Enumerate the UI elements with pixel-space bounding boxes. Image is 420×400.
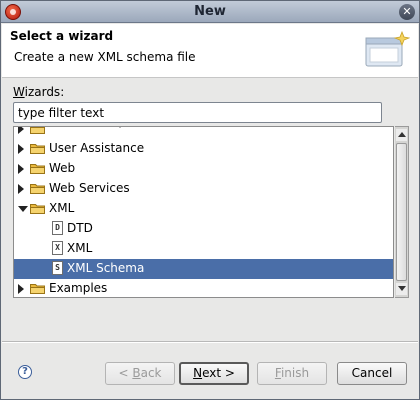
tree-item-label: Web Services (49, 181, 130, 195)
close-icon[interactable]: ✕ (399, 4, 415, 20)
header-description: Create a new XML schema file (14, 50, 196, 64)
wizard-tree[interactable]: SQL Development User Assistance Web Web Ser… (13, 126, 394, 298)
tree-item[interactable]: Web (14, 159, 393, 179)
arrow-up-icon (398, 132, 406, 137)
scrollbar-thumb[interactable] (396, 143, 407, 281)
tree-item-label: XML Schema (67, 261, 145, 275)
tree-item[interactable]: S XML Schema (14, 259, 393, 279)
tree-item[interactable]: User Assistance (14, 139, 393, 159)
tree-item[interactable]: SQL Development (14, 127, 393, 139)
collapsed-arrow-icon[interactable] (18, 164, 24, 174)
tree-item-label: XML (67, 241, 93, 255)
file-icon: S (52, 261, 63, 275)
collapsed-arrow-icon[interactable] (18, 184, 24, 194)
filter-input[interactable] (13, 102, 382, 123)
file-icon: D (52, 221, 63, 235)
back-button[interactable]: < Back (105, 362, 175, 385)
tree-item-label: User Assistance (49, 141, 145, 155)
tree-item-label: Web (49, 161, 76, 175)
tree-item[interactable]: XML (14, 199, 393, 219)
folder-icon (30, 203, 45, 214)
collapsed-arrow-icon[interactable] (18, 144, 24, 154)
collapsed-arrow-icon[interactable] (18, 284, 24, 294)
wizard-banner-icon (365, 30, 410, 67)
header-title: Select a wizard (10, 29, 114, 43)
next-button[interactable]: Next > (179, 362, 249, 385)
collapsed-arrow-icon[interactable] (18, 127, 24, 134)
scroll-down-button[interactable] (396, 283, 407, 295)
window-title: New (194, 4, 226, 19)
help-icon[interactable]: ? (18, 365, 32, 379)
folder-icon (30, 283, 45, 294)
wizards-label: Wizards: (13, 85, 65, 99)
folder-icon (30, 163, 45, 174)
new-wizard-dialog: New ✕ Select a wizard Create a new XML s… (0, 0, 420, 400)
tree-item[interactable]: X XML (14, 239, 393, 259)
tree-item[interactable]: D DTD (14, 219, 393, 239)
tree-item[interactable]: Examples (14, 279, 393, 297)
tree-item-label: SQL Development (49, 127, 157, 128)
folder-icon (30, 143, 45, 154)
scroll-up-button[interactable] (396, 129, 407, 141)
arrow-down-icon (398, 286, 406, 291)
cancel-button[interactable]: Cancel (337, 362, 407, 385)
file-icon: X (52, 241, 63, 255)
wizard-header: Select a wizard Create a new XML schema … (2, 24, 418, 78)
tree-item-label: Examples (49, 281, 108, 295)
tree-item-label: DTD (67, 221, 93, 235)
tree-item-label: XML (49, 201, 75, 215)
folder-icon (30, 183, 45, 194)
button-bar-separator (2, 341, 418, 343)
finish-button[interactable]: Finish (257, 362, 327, 385)
title-bar[interactable]: New ✕ (1, 1, 419, 23)
expanded-arrow-icon[interactable] (18, 206, 28, 212)
tree-item[interactable]: Web Services (14, 179, 393, 199)
tree-scrollbar[interactable] (395, 126, 409, 298)
folder-icon (30, 127, 45, 134)
